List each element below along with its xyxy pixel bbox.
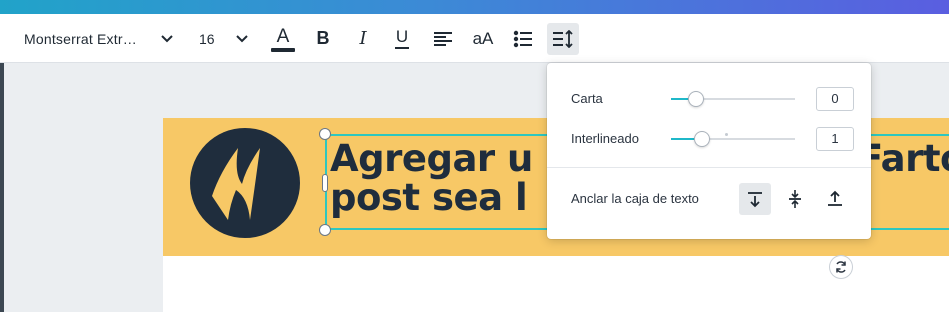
letter-spacing-row: Carta 0: [547, 84, 871, 114]
underline-button[interactable]: U: [391, 14, 413, 63]
spacing-icon: [553, 30, 573, 48]
bold-button[interactable]: B: [312, 14, 334, 63]
italic-button[interactable]: I: [352, 14, 374, 63]
resize-handle-top-left[interactable]: [319, 128, 331, 140]
popover-divider: [547, 167, 871, 168]
anchor-middle-button[interactable]: [779, 183, 811, 215]
list-button[interactable]: [512, 14, 534, 63]
rotate-icon: [836, 261, 846, 273]
list-icon: [513, 30, 532, 47]
anchor-top-icon: [748, 192, 762, 208]
logo-icon: [190, 128, 300, 238]
slider-knob[interactable]: [694, 131, 710, 147]
anchor-middle-icon: [789, 190, 801, 208]
letter-case-button[interactable]: aA: [470, 14, 496, 63]
text-color-button[interactable]: A: [270, 14, 296, 63]
align-left-icon: [434, 31, 452, 46]
line-height-label: Interlineado: [571, 131, 639, 146]
left-panel-edge: [0, 63, 4, 312]
line-height-row: Interlineado 1: [547, 124, 871, 154]
anchor-top-button[interactable]: [739, 183, 771, 215]
resize-handle-bottom-left[interactable]: [319, 224, 331, 236]
text-color-swatch: [271, 47, 295, 52]
letter-spacing-label: Carta: [571, 91, 603, 106]
slider-default-tick: [725, 133, 728, 136]
letter-spacing-input[interactable]: 0: [816, 87, 854, 111]
anchor-bottom-icon: [828, 190, 842, 206]
font-family-select[interactable]: Montserrat Extr…: [24, 14, 137, 63]
spacing-popover: Carta 0 Interlineado 1 Anclar la caja de…: [547, 63, 871, 239]
line-height-slider[interactable]: [671, 131, 795, 147]
line-height-input[interactable]: 1: [816, 127, 854, 151]
top-gradient-bar: [0, 0, 949, 14]
text-color-icon: A: [276, 25, 290, 47]
underline-bar: [395, 46, 409, 49]
text-toolbar: Montserrat Extr… 16 A B I U aA: [0, 14, 949, 63]
anchor-bottom-button[interactable]: [819, 183, 851, 215]
underline-icon: U: [395, 26, 409, 46]
chevron-down-icon[interactable]: [233, 14, 251, 63]
slider-knob[interactable]: [688, 91, 704, 107]
chevron-down-icon[interactable]: [158, 14, 176, 63]
font-size-select[interactable]: 16: [199, 14, 215, 63]
letter-spacing-slider[interactable]: [671, 91, 795, 107]
anchor-label: Anclar la caja de texto: [571, 191, 699, 206]
resize-handle-middle-left[interactable]: [322, 174, 328, 192]
align-left-button[interactable]: [432, 14, 454, 63]
rotate-button[interactable]: [830, 256, 852, 278]
spacing-button[interactable]: [547, 23, 579, 55]
